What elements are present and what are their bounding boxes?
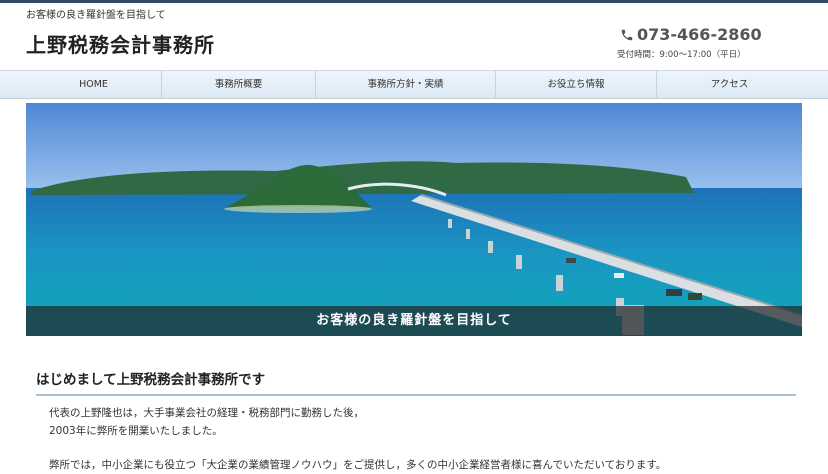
business-hours: 受付時間：9:00〜17:00（平日） [617, 50, 746, 60]
phone-number-text: 073-466-2860 [637, 25, 762, 44]
site-tagline: お客様の良き羅針盤を目指して [26, 10, 166, 21]
intro-paragraph-line: 弊所では，中小企業にも役立つ「大企業の業績管理ノウハウ」をご提供し，多くの中小企… [49, 459, 667, 471]
intro-paragraph-line: 代表の上野隆也は，大手事業会社の経理・税務部門に勤務した後， [49, 407, 364, 419]
contact-block: 073-466-2860 [620, 25, 762, 44]
hero-image-bridge [26, 103, 802, 336]
intro-paragraph-line: 2003年に弊所を開業いたしました。 [49, 425, 223, 437]
nav-item-home[interactable]: HOME [26, 71, 161, 98]
hero-caption: お客様の良き羅針盤を目指して [26, 306, 802, 336]
site-title[interactable]: 上野税務会計事務所 [26, 29, 215, 58]
nav-item-useful-info[interactable]: お役立ち情報 [496, 71, 656, 98]
global-nav: HOME 事務所概要 事務所方針・実績 お役立ち情報 アクセス [0, 70, 828, 99]
nav-item-access[interactable]: アクセス [657, 71, 802, 98]
phone-icon [621, 29, 633, 40]
nav-item-policy-results[interactable]: 事務所方針・実績 [316, 71, 495, 98]
phone-number[interactable]: 073-466-2860 [620, 25, 762, 44]
hero-banner: お客様の良き羅針盤を目指して [26, 103, 802, 336]
section-heading-intro: はじめまして上野税務会計事務所です [36, 368, 796, 396]
top-accent-bar [0, 0, 828, 3]
nav-item-office-overview[interactable]: 事務所概要 [162, 71, 315, 98]
